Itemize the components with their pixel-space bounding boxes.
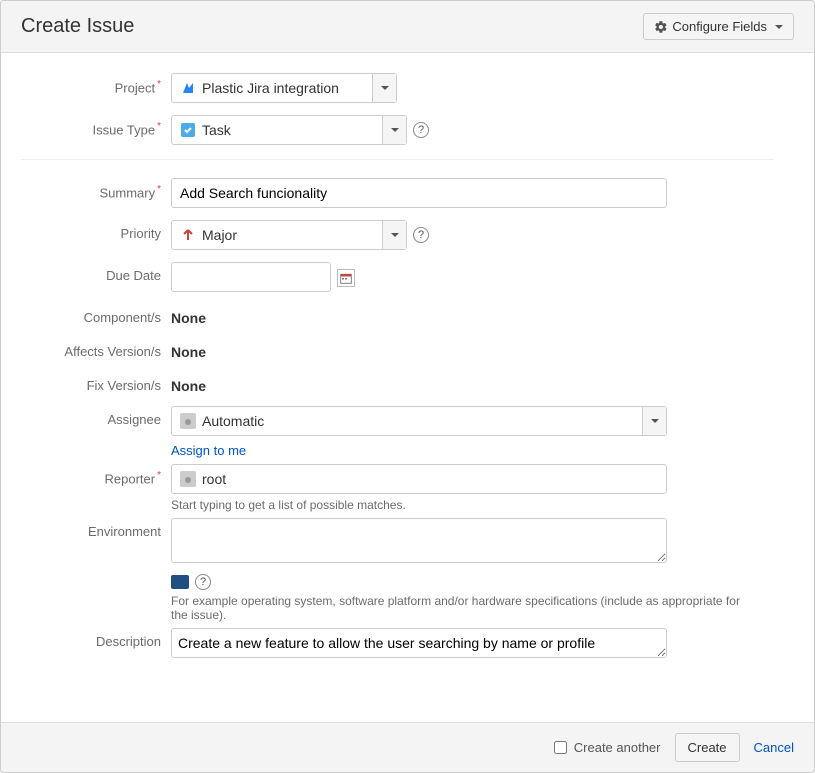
reporter-value: root <box>202 471 226 487</box>
issue-type-value: Task <box>202 122 231 138</box>
project-select[interactable]: Plastic Jira integration <box>171 73 397 103</box>
environment-helper-text: For example operating system, software p… <box>171 594 751 622</box>
assignee-select[interactable]: Automatic <box>171 406 667 436</box>
project-icon <box>180 80 196 96</box>
create-another-wrapper[interactable]: Create another <box>550 738 661 757</box>
avatar-icon <box>180 413 196 429</box>
divider <box>21 159 774 160</box>
chevron-down-icon[interactable] <box>382 116 406 144</box>
summary-label: Summary <box>21 178 171 200</box>
reporter-label: Reporter <box>21 464 171 486</box>
issue-type-select[interactable]: Task <box>171 115 407 145</box>
priority-value: Major <box>202 227 237 243</box>
affects-versions-label: Affects Version/s <box>21 338 171 359</box>
create-another-label: Create another <box>574 740 661 755</box>
create-issue-dialog: Create Issue Configure Fields Project Pl… <box>0 0 815 773</box>
avatar-icon <box>180 471 196 487</box>
project-label: Project <box>21 73 171 95</box>
reporter-helper-text: Start typing to get a list of possible m… <box>171 498 751 512</box>
reporter-input[interactable]: root <box>171 464 667 494</box>
editor-mode-icon[interactable] <box>171 575 189 589</box>
create-button[interactable]: Create <box>675 733 740 762</box>
priority-select[interactable]: Major <box>171 220 407 250</box>
environment-label: Environment <box>21 518 171 539</box>
issue-type-label: Issue Type <box>21 115 171 137</box>
dialog-body[interactable]: Project Plastic Jira integration Issue T… <box>1 53 814 722</box>
dialog-header: Create Issue Configure Fields <box>1 1 814 53</box>
chevron-down-icon <box>775 25 783 29</box>
help-icon[interactable]: ? <box>413 122 429 138</box>
chevron-down-icon[interactable] <box>642 407 666 435</box>
summary-input[interactable] <box>171 178 667 208</box>
due-date-input[interactable] <box>171 262 331 292</box>
help-icon[interactable]: ? <box>195 574 211 590</box>
assignee-value: Automatic <box>202 413 264 429</box>
fix-versions-label: Fix Version/s <box>21 372 171 393</box>
affects-versions-value: None <box>171 338 774 360</box>
components-value: None <box>171 304 774 326</box>
configure-fields-button[interactable]: Configure Fields <box>643 13 794 40</box>
help-icon[interactable]: ? <box>413 227 429 243</box>
due-date-label: Due Date <box>21 262 171 283</box>
priority-label: Priority <box>21 220 171 241</box>
components-label: Component/s <box>21 304 171 325</box>
environment-textarea[interactable] <box>171 518 667 563</box>
chevron-down-icon[interactable] <box>372 74 396 102</box>
description-textarea[interactable] <box>171 628 667 658</box>
task-icon <box>180 122 196 138</box>
calendar-icon[interactable] <box>337 269 355 287</box>
dialog-title: Create Issue <box>21 15 134 38</box>
configure-fields-label: Configure Fields <box>672 19 767 34</box>
gear-icon <box>654 20 668 34</box>
assignee-label: Assignee <box>21 406 171 427</box>
priority-major-icon <box>180 227 196 243</box>
fix-versions-value: None <box>171 372 774 394</box>
dialog-footer: Create another Create Cancel <box>1 722 814 772</box>
create-another-checkbox[interactable] <box>554 741 567 754</box>
cancel-link[interactable]: Cancel <box>754 740 794 755</box>
description-label: Description <box>21 628 171 649</box>
assign-to-me-link[interactable]: Assign to me <box>171 443 246 458</box>
project-value: Plastic Jira integration <box>202 80 339 96</box>
chevron-down-icon[interactable] <box>382 221 406 249</box>
